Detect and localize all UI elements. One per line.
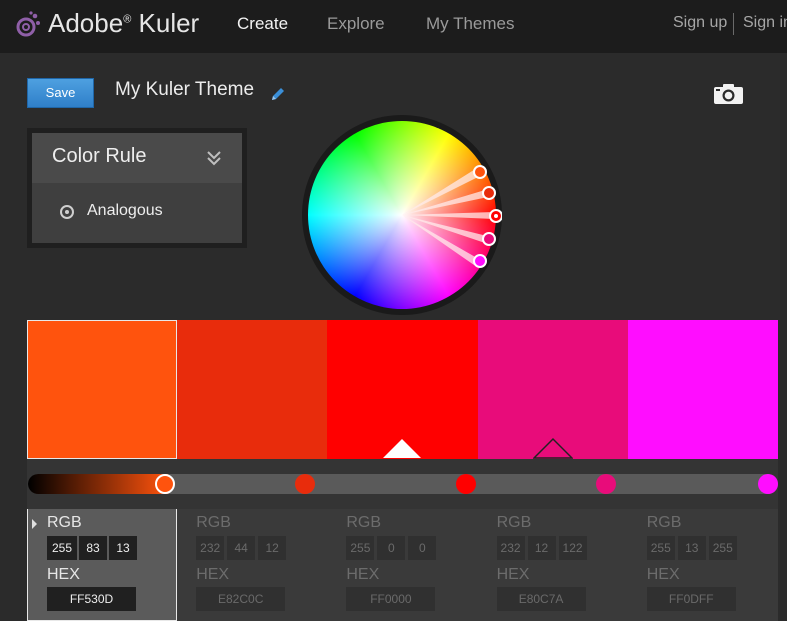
color-values-4[interactable]: RGB 232 12 122 HEX E80C7A [478, 509, 628, 621]
camera-icon[interactable] [713, 83, 744, 105]
color-rule-option-label: Analogous [87, 202, 163, 219]
hex-label: HEX [196, 566, 230, 583]
slider-knob-3[interactable] [456, 474, 476, 494]
blue-input[interactable]: 255 [708, 536, 737, 560]
swatch-5[interactable] [627, 320, 778, 459]
blue-input[interactable]: 12 [258, 536, 287, 560]
wheel-handle-4[interactable] [482, 232, 496, 246]
color-values: RGB 255 83 13 HEX FF530D RGB 232 44 12 H… [27, 509, 778, 621]
green-input[interactable]: 44 [227, 536, 256, 560]
sign-up-link[interactable]: Sign up [673, 14, 727, 32]
color-wheel[interactable] [302, 115, 502, 315]
nav-explore[interactable]: Explore [327, 14, 385, 34]
sign-in-link[interactable]: Sign in [743, 14, 787, 32]
color-values-2[interactable]: RGB 232 44 12 HEX E82C0C [177, 509, 327, 621]
color-rule-option-analogous[interactable]: Analogous [32, 183, 242, 243]
wheel-handle-2[interactable] [482, 186, 496, 200]
theme-name[interactable]: My Kuler Theme [115, 79, 254, 101]
red-input[interactable]: 255 [47, 536, 77, 560]
nav-my-themes[interactable]: My Themes [426, 14, 515, 34]
green-input[interactable]: 83 [79, 536, 107, 560]
pencil-icon[interactable] [270, 86, 286, 102]
rgb-label: RGB [496, 514, 532, 531]
top-navigation: Adobe® Kuler Create Explore My Themes Si… [0, 0, 787, 53]
chevron-double-down-icon[interactable] [206, 149, 222, 167]
color-rule-dropdown[interactable]: Color Rule [32, 133, 242, 183]
wheel-handle-1[interactable] [473, 165, 487, 179]
hex-label: HEX [346, 566, 380, 583]
slider-knob-1[interactable] [155, 474, 175, 494]
hex-input[interactable]: FF0000 [346, 587, 436, 611]
hex-label: HEX [646, 566, 680, 583]
green-input[interactable]: 13 [677, 536, 706, 560]
auth-divider [733, 13, 734, 35]
color-rule-panel: Color Rule Analogous [27, 128, 247, 248]
red-input[interactable]: 232 [496, 536, 525, 560]
hex-input[interactable]: E82C0C [196, 587, 286, 611]
swatch-4[interactable] [477, 320, 628, 459]
radio-selected-icon[interactable] [60, 205, 74, 219]
hex-input[interactable]: E80C7A [496, 587, 586, 611]
color-swatches [27, 320, 778, 459]
slider-knob-5[interactable] [758, 474, 778, 494]
wheel-handle-base-center [494, 214, 498, 218]
rgb-label: RGB [47, 514, 82, 531]
brightness-slider-track[interactable] [28, 474, 778, 494]
red-input[interactable]: 255 [346, 536, 375, 560]
rgb-label: RGB [646, 514, 682, 531]
color-wheel-handles [402, 165, 502, 268]
blue-input[interactable]: 13 [109, 536, 137, 560]
swatch-1[interactable] [27, 320, 178, 459]
color-values-5[interactable]: RGB 255 13 255 HEX FF0DFF [628, 509, 778, 621]
base-color-marker-icon[interactable] [382, 437, 422, 459]
set-base-color-icon[interactable] [532, 437, 573, 459]
swatch-3[interactable] [327, 320, 478, 459]
save-button[interactable]: Save [27, 78, 94, 108]
hex-input[interactable]: FF0DFF [646, 587, 736, 611]
logo-brand: Adobe [48, 8, 124, 38]
kuler-logo-icon[interactable] [14, 10, 42, 40]
app-logo[interactable]: Adobe® Kuler [48, 8, 199, 39]
color-values-3[interactable]: RGB 255 0 0 HEX FF0000 [327, 509, 477, 621]
hex-input[interactable]: FF530D [47, 587, 136, 611]
red-input[interactable]: 232 [196, 536, 225, 560]
swatch-2[interactable] [177, 320, 328, 459]
slider-knob-4[interactable] [596, 474, 616, 494]
red-input[interactable]: 255 [646, 536, 675, 560]
nav-create[interactable]: Create [237, 14, 288, 34]
color-rule-title: Color Rule [52, 145, 147, 167]
green-input[interactable]: 12 [527, 536, 556, 560]
blue-input[interactable]: 0 [408, 536, 437, 560]
hex-label: HEX [47, 566, 80, 583]
blue-input[interactable]: 122 [558, 536, 587, 560]
rgb-label: RGB [196, 514, 231, 531]
green-input[interactable]: 0 [377, 536, 406, 560]
rgb-label: RGB [346, 514, 382, 531]
wheel-handle-5[interactable] [473, 254, 487, 268]
slider-knob-2[interactable] [295, 474, 315, 494]
brightness-slider-fill [28, 474, 168, 494]
caret-right-icon[interactable] [32, 519, 37, 529]
color-values-1[interactable]: RGB 255 83 13 HEX FF530D [27, 509, 178, 621]
logo-product: Kuler [131, 8, 200, 38]
hex-label: HEX [496, 566, 530, 583]
